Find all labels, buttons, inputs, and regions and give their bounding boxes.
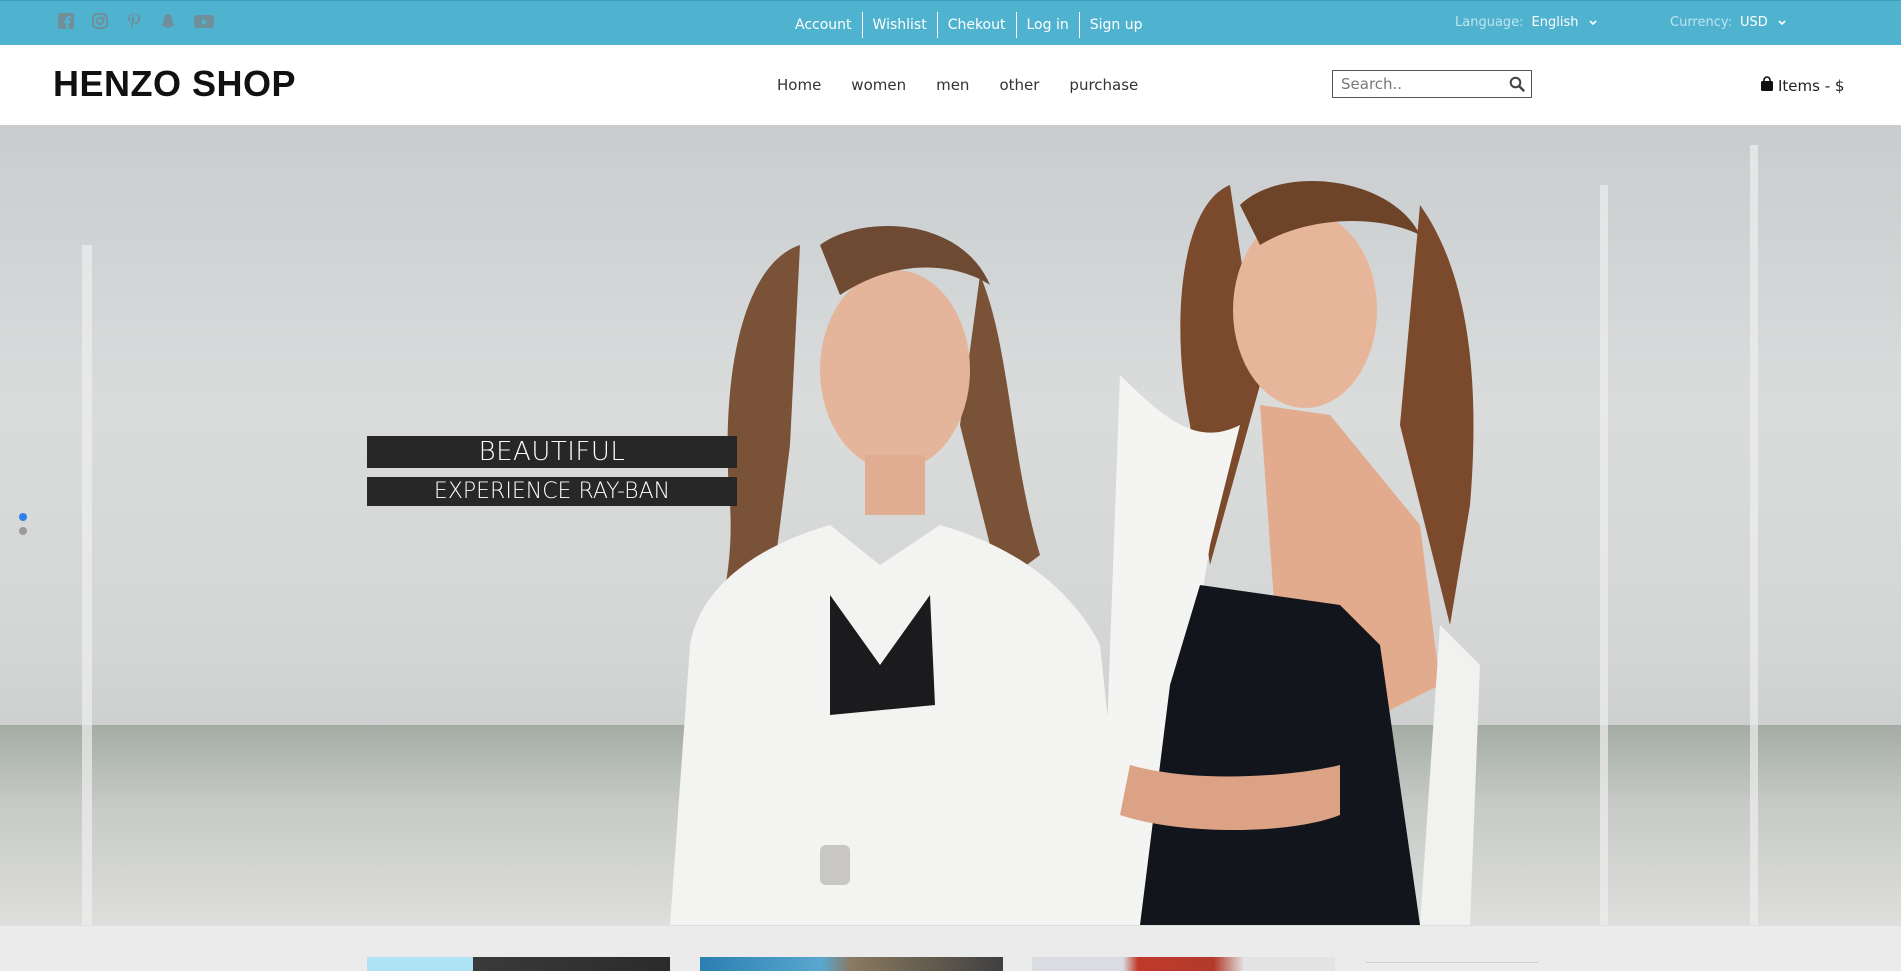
divider [1366,962,1538,963]
hero-caption-title: BEAUTIFUL [367,436,737,468]
pinterest-icon[interactable] [126,13,146,33]
hero-image [670,181,1480,925]
product-thumbnail[interactable] [1032,957,1335,971]
snapchat-icon[interactable] [160,13,180,33]
instagram-icon[interactable] [92,13,112,33]
currency-value: USD [1740,15,1768,30]
wishlist-link[interactable]: Wishlist [863,13,937,37]
chevron-down-icon [1588,15,1597,30]
slider-dot-1[interactable] [19,513,27,521]
search-input[interactable] [1333,72,1514,96]
search-box [1332,70,1532,98]
currency-selector[interactable]: Currency: USD [1670,15,1786,30]
nav-other[interactable]: other [999,76,1039,94]
slider-pagination [19,513,27,541]
hero-slider: BEAUTIFUL EXPERIENCE RAY-BAN [0,125,1901,926]
language-value: English [1531,15,1579,30]
login-link[interactable]: Log in [1017,13,1079,37]
product-preview-strip [0,926,1901,971]
search-icon[interactable] [1509,76,1525,96]
account-link[interactable]: Account [786,13,862,37]
hero-caption-subtitle: EXPERIENCE RAY-BAN [367,477,737,506]
account-links: Account Wishlist Chekout Log in Sign up [786,12,1152,38]
checkout-link[interactable]: Chekout [938,13,1016,37]
social-links [58,13,214,33]
shopping-bag-icon [1760,76,1774,96]
cart-button[interactable]: Items - $ [1760,76,1844,96]
facebook-icon[interactable] [58,13,78,33]
nav-home[interactable]: Home [777,76,821,94]
language-label: Language: [1455,15,1524,30]
product-thumbnail[interactable] [700,957,1003,971]
cart-label: Items - $ [1778,77,1845,95]
nav-purchase[interactable]: purchase [1069,76,1138,94]
language-selector[interactable]: Language: English [1455,15,1597,30]
youtube-icon[interactable] [194,13,214,33]
site-header: HENZO SHOP Home women men other purchase… [0,45,1901,125]
product-thumbnail[interactable] [367,957,670,971]
site-logo[interactable]: HENZO SHOP [53,63,296,105]
slider-dot-2[interactable] [19,527,27,535]
currency-label: Currency: [1670,15,1733,30]
main-nav: Home women men other purchase [777,76,1168,94]
top-bar: Account Wishlist Chekout Log in Sign up … [0,0,1901,45]
signup-link[interactable]: Sign up [1080,13,1153,37]
nav-women[interactable]: women [851,76,906,94]
nav-men[interactable]: men [936,76,969,94]
chevron-down-icon [1778,15,1786,30]
